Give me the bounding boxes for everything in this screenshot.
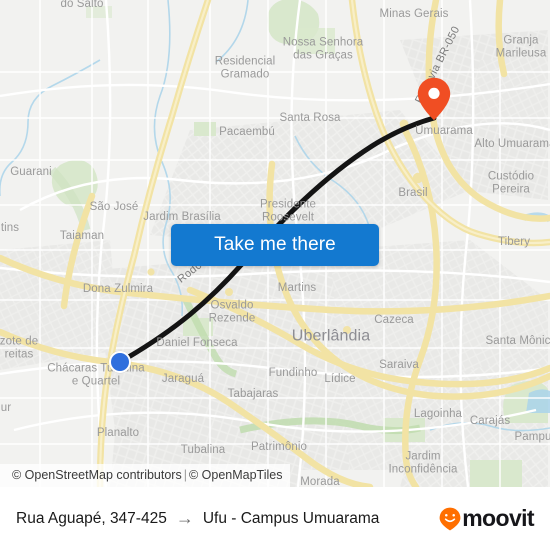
trip-destination: Ufu - Campus Umuarama bbox=[202, 509, 380, 527]
moovit-logo[interactable]: moovit bbox=[439, 505, 535, 532]
trip-summary: Rua Aguapé, 347-425 → Ufu - Campus Umuar… bbox=[16, 507, 380, 528]
trip-footer: Rua Aguapé, 347-425 → Ufu - Campus Umuar… bbox=[0, 487, 550, 550]
take-me-there-button[interactable]: Take me there bbox=[171, 224, 379, 266]
attribution-osm[interactable]: © OpenStreetMap contributors bbox=[12, 468, 182, 482]
trip-origin: Rua Aguapé, 347-425 bbox=[16, 509, 167, 527]
attribution-separator: | bbox=[183, 468, 187, 482]
moovit-pin-icon bbox=[439, 507, 461, 530]
attribution-openmaptiles[interactable]: © OpenMapTiles bbox=[189, 468, 283, 482]
map-attribution: © OpenStreetMap contributors | © OpenMapTi… bbox=[0, 464, 291, 487]
moovit-wordmark: moovit bbox=[462, 505, 534, 531]
map-canvas[interactable]: do Salto Minas Gerais Nossa Senhora das Gr… bbox=[0, 0, 550, 487]
moovit-trip-map-card: do Salto Minas Gerais Nossa Senhora das Gr… bbox=[0, 0, 550, 550]
origin-dot[interactable] bbox=[109, 351, 131, 373]
arrow-right-icon: → bbox=[175, 507, 194, 528]
destination-pin[interactable] bbox=[417, 77, 451, 121]
